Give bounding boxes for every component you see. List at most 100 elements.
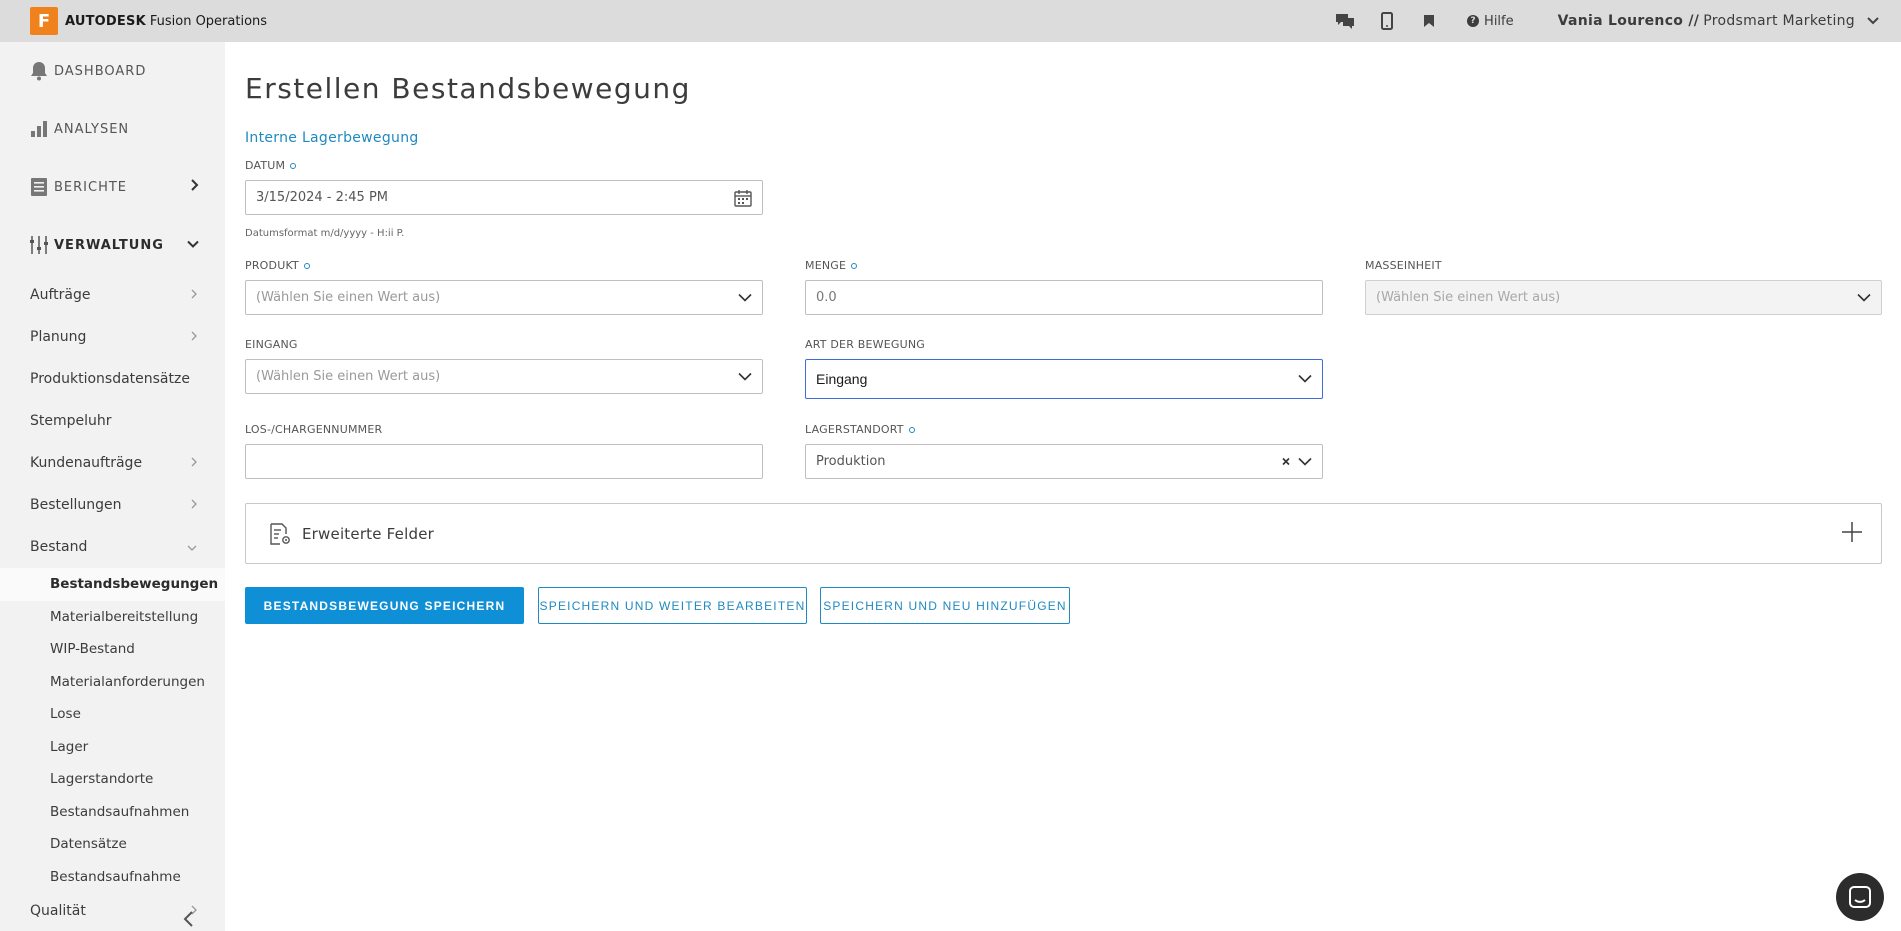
sidebar-subitem-label: Lagerstandorte <box>50 771 154 788</box>
menge-label: MENGE <box>805 259 858 272</box>
sidebar-subitem-label: Materialanforderungen <box>50 673 205 690</box>
sidebar-item-label: Produktionsdatensätze <box>30 371 190 387</box>
plus-icon[interactable] <box>1841 521 1863 547</box>
clear-icon[interactable] <box>1282 457 1290 466</box>
help-icon: ? <box>1467 15 1480 27</box>
bookmark-icon[interactable] <box>1417 9 1441 33</box>
sidebar-item-label: Kundenaufträge <box>30 455 143 471</box>
settings-document-icon <box>268 522 292 546</box>
mobile-icon[interactable] <box>1375 9 1399 33</box>
sidebar-item-label: ANALYSEN <box>54 121 130 137</box>
sidebar-subitem-label: Lose <box>50 706 81 723</box>
sidebar-item-auftraege[interactable]: Aufträge <box>0 274 225 316</box>
sidebar-subitem-label: Lager <box>50 738 89 755</box>
datum-hint: Datumsformat m/d/yyyy - H:ii P. <box>245 228 405 239</box>
produkt-label-text: PRODUKT <box>245 259 299 272</box>
sidebar-item-bestand[interactable]: Bestand <box>0 526 225 568</box>
sidebar-subitem-bestandsaufnahmen[interactable]: Bestandsaufnahmen <box>0 796 225 829</box>
art-select[interactable]: Eingang <box>805 359 1323 399</box>
chevron-down-icon <box>1857 293 1871 302</box>
menge-value: 0.0 <box>816 290 837 305</box>
sidebar-subitem-lager[interactable]: Lager <box>0 731 225 764</box>
help-label: Hilfe <box>1484 13 1514 29</box>
required-icon <box>908 426 915 433</box>
extended-fields-panel[interactable]: Erweiterte Felder <box>245 503 1882 564</box>
save-continue-button[interactable]: SPEICHERN UND WEITER BEARBEITEN <box>538 587 807 624</box>
sidebar-item-produktionsdatensaetze[interactable]: Produktionsdatensätze <box>0 358 225 400</box>
save-new-button[interactable]: SPEICHERN UND NEU HINZUFÜGEN <box>820 587 1070 624</box>
chat-widget-icon <box>1849 886 1871 908</box>
movement-type-link[interactable]: Interne Lagerbewegung <box>245 130 419 146</box>
report-icon <box>28 176 50 198</box>
sidebar-subitem-lose[interactable]: Lose <box>0 698 225 731</box>
brand-logo: F <box>30 7 58 35</box>
lagerstandort-select[interactable]: Produktion <box>805 444 1323 479</box>
masseinheit-label-text: MASSEINHEIT <box>1365 259 1442 272</box>
brand-product: Fusion Operations <box>149 13 268 29</box>
sidebar-item-verwaltung[interactable]: VERWALTUNG <box>0 216 225 274</box>
sidebar: DASHBOARD ANALYSEN BERICHTE VERWALTUNG A… <box>0 42 225 931</box>
eingang-label: EINGANG <box>245 338 298 351</box>
sidebar-subitem-datensaetze[interactable]: Datensätze <box>0 828 225 861</box>
sidebar-subitem-lagerstandorte[interactable]: Lagerstandorte <box>0 763 225 796</box>
brand-name: AUTODESK <box>65 13 146 29</box>
chevron-down-icon <box>1867 17 1879 25</box>
masseinheit-placeholder: (Wählen Sie einen Wert aus) <box>1376 290 1561 305</box>
chevron-right-icon <box>191 497 197 513</box>
datum-label-text: DATUM <box>245 159 286 172</box>
sidebar-item-bestellungen[interactable]: Bestellungen <box>0 484 225 526</box>
chevron-down-icon[interactable] <box>1298 457 1312 466</box>
chevron-down-icon <box>1298 374 1312 384</box>
sidebar-item-label: Planung <box>30 329 87 345</box>
sidebar-item-analysen[interactable]: ANALYSEN <box>0 100 225 158</box>
sidebar-subitem-materialanforderungen[interactable]: Materialanforderungen <box>0 666 225 699</box>
required-icon <box>303 262 310 269</box>
eingang-placeholder: (Wählen Sie einen Wert aus) <box>256 369 441 384</box>
support-chat-button[interactable] <box>1836 873 1884 921</box>
datum-value: 3/15/2024 - 2:45 PM <box>256 190 388 205</box>
main-content: Erstellen Bestandsbewegung Interne Lager… <box>245 42 1885 931</box>
art-value: Eingang <box>816 371 868 387</box>
menge-input[interactable]: 0.0 <box>805 280 1323 315</box>
los-input[interactable] <box>245 444 763 479</box>
sidebar-subitem-bestandsbewegungen[interactable]: Bestandsbewegungen <box>0 568 225 601</box>
eingang-label-text: EINGANG <box>245 338 298 351</box>
masseinheit-select[interactable]: (Wählen Sie einen Wert aus) <box>1365 280 1882 315</box>
sidebar-item-label: Bestand <box>30 539 88 555</box>
datum-field[interactable]: 3/15/2024 - 2:45 PM <box>245 180 763 215</box>
top-bar: F AUTODESK Fusion Operations ? Hilfe Van… <box>0 0 1901 42</box>
menge-label-text: MENGE <box>805 259 847 272</box>
sidebar-subitem-materialbereitstellung[interactable]: Materialbereitstellung <box>0 601 225 634</box>
sidebar-item-label: Stempeluhr <box>30 413 112 429</box>
sidebar-item-dashboard[interactable]: DASHBOARD <box>0 42 225 100</box>
sidebar-item-stempeluhr[interactable]: Stempeluhr <box>0 400 225 442</box>
chevron-down-icon <box>187 539 197 555</box>
page-title: Erstellen Bestandsbewegung <box>245 72 691 105</box>
brand[interactable]: F AUTODESK Fusion Operations <box>30 7 267 35</box>
required-icon <box>851 262 858 269</box>
user-name: Vania Lourenco // <box>1557 13 1700 29</box>
sidebar-item-berichte[interactable]: BERICHTE <box>0 158 225 216</box>
eingang-select[interactable]: (Wählen Sie einen Wert aus) <box>245 359 763 394</box>
save-button[interactable]: BESTANDSBEWEGUNG SPEICHERN <box>245 587 524 624</box>
sidebar-item-planung[interactable]: Planung <box>0 316 225 358</box>
collapse-sidebar-icon[interactable] <box>182 911 194 931</box>
top-actions: ? Hilfe Vania Lourenco // Prodsmart Mark… <box>1315 0 1879 42</box>
chat-icon[interactable] <box>1333 9 1357 33</box>
sidebar-subitem-label: WIP-Bestand <box>50 641 135 658</box>
sidebar-item-label: Qualität <box>30 903 86 919</box>
bell-icon <box>28 60 50 82</box>
sidebar-subitem-wip-bestand[interactable]: WIP-Bestand <box>0 633 225 666</box>
chevron-down-icon <box>738 372 752 381</box>
sidebar-item-kundenauftraege[interactable]: Kundenaufträge <box>0 442 225 484</box>
lagerstandort-value: Produktion <box>816 454 886 469</box>
calendar-icon[interactable] <box>734 189 752 207</box>
sidebar-subitem-bestandsaufnahme[interactable]: Bestandsaufnahme <box>0 861 225 894</box>
produkt-select[interactable]: (Wählen Sie einen Wert aus) <box>245 280 763 315</box>
produkt-placeholder: (Wählen Sie einen Wert aus) <box>256 290 441 305</box>
extended-fields-title: Erweiterte Felder <box>302 524 434 543</box>
sliders-icon <box>28 234 50 256</box>
help-link[interactable]: ? Hilfe <box>1467 14 1514 29</box>
sidebar-subitem-label: Datensätze <box>50 836 127 853</box>
user-menu[interactable]: Vania Lourenco // Prodsmart Marketing <box>1558 13 1879 29</box>
